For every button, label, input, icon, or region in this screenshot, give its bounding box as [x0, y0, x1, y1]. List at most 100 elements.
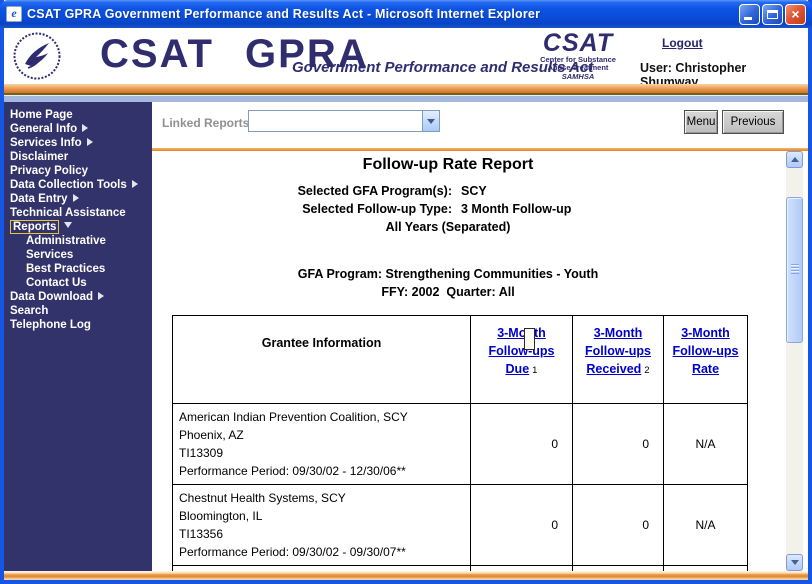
grantee-name: Chestnut Health Systems, SCY: [179, 489, 464, 507]
header-link-text: Rate: [692, 362, 719, 376]
sidebar-item-services[interactable]: Services: [4, 248, 152, 262]
report-params: Selected GFA Program(s): SCY Selected Fo…: [152, 182, 744, 218]
sidebar-item-label: Disclaimer: [10, 151, 68, 163]
maximize-button[interactable]: [762, 4, 783, 25]
window-title: CSAT GPRA Government Performance and Res…: [27, 7, 739, 21]
rate-cell: [664, 566, 748, 572]
header-link-text: Follow-ups: [489, 344, 555, 358]
sidebar-item-best-practices[interactable]: Best Practices: [4, 262, 152, 276]
sidebar-item-label: Home Page: [10, 109, 73, 121]
ie-page-icon: e: [6, 6, 22, 22]
header-link-text: Follow-ups: [673, 344, 739, 358]
grantee-info-cell: Chestnut Health Systems, SCYBloomington,…: [173, 485, 471, 566]
sidebar-item-telephone-log[interactable]: Telephone Log: [4, 318, 152, 332]
header-link-text: 3-Month: [594, 326, 643, 340]
sidebar-item-search[interactable]: Search: [4, 304, 152, 318]
sidebar-item-label: Best Practices: [26, 263, 105, 275]
footnote-marker: 1: [532, 365, 537, 376]
user-label: User: Christopher Shumway: [640, 61, 808, 84]
param-value-followup-type: 3 Month Follow-up: [452, 200, 571, 218]
sidebar-item-label: General Info: [10, 123, 77, 135]
sidebar-item-disclaimer[interactable]: Disclaimer: [4, 150, 152, 164]
grantee-name: American Indian Prevention Coalition, SC…: [179, 408, 464, 426]
sidebar-item-label: Telephone Log: [10, 319, 91, 331]
arrow-right-icon: [98, 292, 104, 300]
sidebar-item-label: Data Entry: [10, 193, 68, 205]
sidebar-item-data-download[interactable]: Data Download: [4, 290, 152, 304]
table-body: American Indian Prevention Coalition, SC…: [173, 404, 748, 572]
samhsa-label: SAMHSA: [532, 72, 624, 81]
arrow-right-icon: [73, 194, 79, 202]
sidebar-item-services-info[interactable]: Services Info: [4, 136, 152, 150]
header-gradient-bar: [4, 84, 808, 93]
minimize-button[interactable]: [739, 4, 760, 25]
hhs-logo-icon: [12, 31, 62, 81]
due-column-header: 3-MonthFollow-upsDue1: [471, 316, 573, 404]
sidebar-item-general-info[interactable]: General Info: [4, 122, 152, 136]
close-icon: ×: [786, 5, 805, 24]
sidebar-item-privacy-policy[interactable]: Privacy Policy: [4, 164, 152, 178]
browser-window: e CSAT GPRA Government Performance and R…: [0, 0, 812, 584]
sidebar-item-label: Search: [10, 305, 48, 317]
chevron-down-icon[interactable]: [422, 111, 439, 131]
chevron-down-icon: [791, 560, 799, 565]
sidebar-item-label: Privacy Policy: [10, 165, 88, 177]
report-frame: Follow-up Rate Report Selected GFA Progr…: [152, 151, 786, 571]
sidebar-item-home-page[interactable]: Home Page: [4, 108, 152, 122]
sidebar-item-label: Administrative: [26, 235, 106, 247]
arrow-down-icon: [64, 222, 72, 228]
rate-cell: N/A: [664, 404, 748, 485]
chevron-up-icon: [791, 157, 799, 162]
header-link-text: Received: [586, 362, 641, 376]
table-row: American Indian Prevention Coalition, SC…: [173, 404, 748, 485]
scroll-down-button[interactable]: [786, 554, 803, 571]
received-cell: 0: [573, 485, 664, 566]
grantee-name: Inter-Tribal Council, SCY: [179, 570, 464, 571]
close-button[interactable]: ×: [785, 4, 806, 25]
scroll-up-button[interactable]: [786, 151, 803, 168]
logout-link[interactable]: Logout: [662, 36, 703, 50]
maximize-icon: [767, 10, 778, 19]
grantee-info-cell: American Indian Prevention Coalition, SC…: [173, 404, 471, 485]
sidebar-item-technical-assistance[interactable]: Technical Assistance: [4, 206, 152, 220]
bottom-gradient-bar: [4, 571, 808, 580]
due-cell: 0: [471, 404, 573, 485]
sidebar-item-data-collection-tools[interactable]: Data Collection Tools: [4, 178, 152, 192]
scrollbar-thumb[interactable]: [786, 197, 803, 343]
titlebar[interactable]: e CSAT GPRA Government Performance and R…: [0, 0, 812, 28]
csat-logo-line2: Abuse Treatment: [532, 64, 624, 72]
sidebar-item-administrative[interactable]: Administrative: [4, 234, 152, 248]
sidebar-item-reports[interactable]: Reports: [4, 220, 152, 234]
grantee-grant-id: TI13356: [179, 525, 464, 543]
sidebar-item-contact-us[interactable]: Contact Us: [4, 276, 152, 290]
content-area: Linked Reports: Menu Previous Follow-up …: [152, 102, 808, 571]
grantee-city: Bloomington, IL: [179, 507, 464, 525]
sidebar-item-label: Technical Assistance: [10, 207, 126, 219]
sidebar-item-label: Data Download: [10, 291, 93, 303]
sidebar-item-data-entry[interactable]: Data Entry: [4, 192, 152, 206]
arrow-right-icon: [82, 124, 88, 132]
sidebar-item-label: Services: [26, 249, 73, 261]
previous-button[interactable]: Previous: [722, 110, 784, 134]
table-row: Chestnut Health Systems, SCYBloomington,…: [173, 485, 748, 566]
menu-button[interactable]: Menu: [684, 110, 718, 134]
header-link-text: Due: [506, 362, 530, 376]
grantee-information-header: Grantee Information: [173, 316, 471, 404]
grantee-info-cell: Inter-Tribal Council, SCY: [173, 566, 471, 572]
sidebar-item-label: Services Info: [10, 137, 82, 149]
rate-column-header-link[interactable]: 3-Month Follow-ups Rate: [673, 326, 739, 376]
vertical-scrollbar[interactable]: [786, 151, 803, 571]
sidebar: Home Page General Info Services Info Discla…: [4, 102, 152, 571]
followup-rate-table: Grantee Information 3-Month Follow-ups Due1…: [172, 315, 748, 571]
param-value-gfa-program: SCY: [452, 182, 487, 200]
report-title: Follow-up Rate Report: [152, 155, 744, 175]
received-column-header-link[interactable]: 3-MonthFollow-upsReceived2: [585, 326, 651, 376]
grantee-city: Phoenix, AZ: [179, 426, 464, 444]
footnote-marker: 2: [644, 365, 649, 376]
header-link-text: 3-Month: [681, 326, 730, 340]
table-header-row: Grantee Information 3-Month Follow-ups Due1…: [173, 316, 748, 404]
due-column-header-link[interactable]: 3-MonthFollow-upsDue1: [489, 326, 555, 376]
toolbar: Linked Reports: Menu Previous: [152, 102, 808, 148]
linked-reports-select[interactable]: [248, 110, 440, 132]
received-column-header: 3-MonthFollow-upsReceived2: [573, 316, 664, 404]
